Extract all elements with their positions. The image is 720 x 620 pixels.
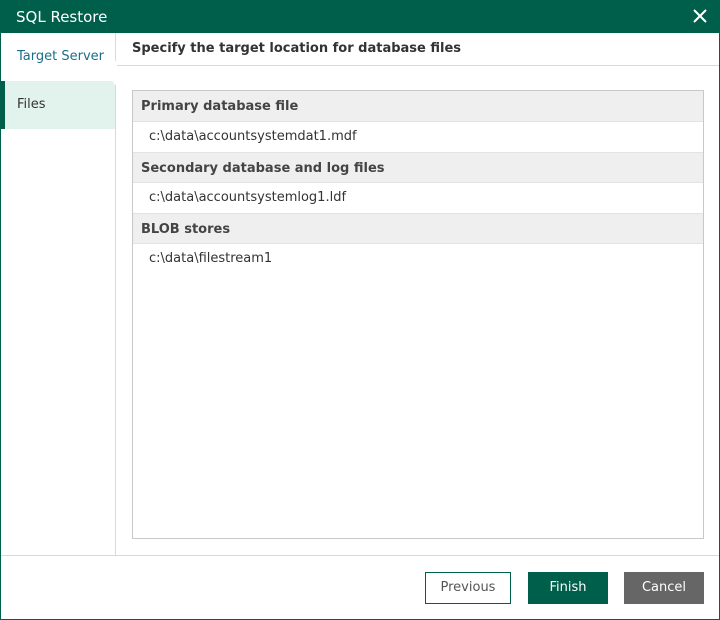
step-title: Specify the target location for database…: [132, 41, 462, 56]
footer-divider: [1, 555, 719, 556]
active-step-pointer: [106, 59, 117, 87]
sidebar-item-target-server[interactable]: Target Server: [1, 33, 115, 81]
window-title: SQL Restore: [16, 8, 108, 26]
title-bar: SQL Restore: [1, 1, 719, 33]
file-row-primary[interactable]: c:\data\accountsystemdat1.mdf: [133, 122, 703, 152]
step-header: Specify the target location for database…: [117, 33, 719, 66]
close-icon[interactable]: [691, 7, 709, 25]
wizard-steps-sidebar: Target Server Files: [1, 33, 116, 555]
group-header-secondary: Secondary database and log files: [133, 152, 703, 183]
group-header-blob-stores: BLOB stores: [133, 213, 703, 244]
sql-restore-dialog: SQL Restore Target Server Files Specify …: [0, 0, 720, 620]
file-row-blob-store[interactable]: c:\data\filestream1: [133, 244, 703, 274]
finish-button[interactable]: Finish: [528, 572, 608, 604]
cancel-button[interactable]: Cancel: [624, 572, 704, 604]
previous-button[interactable]: Previous: [425, 572, 511, 604]
database-files-list[interactable]: Primary database file c:\data\accountsys…: [132, 90, 704, 539]
group-header-primary: Primary database file: [133, 91, 703, 122]
file-row-secondary[interactable]: c:\data\accountsystemlog1.ldf: [133, 183, 703, 213]
sidebar-item-files[interactable]: Files: [1, 81, 115, 129]
